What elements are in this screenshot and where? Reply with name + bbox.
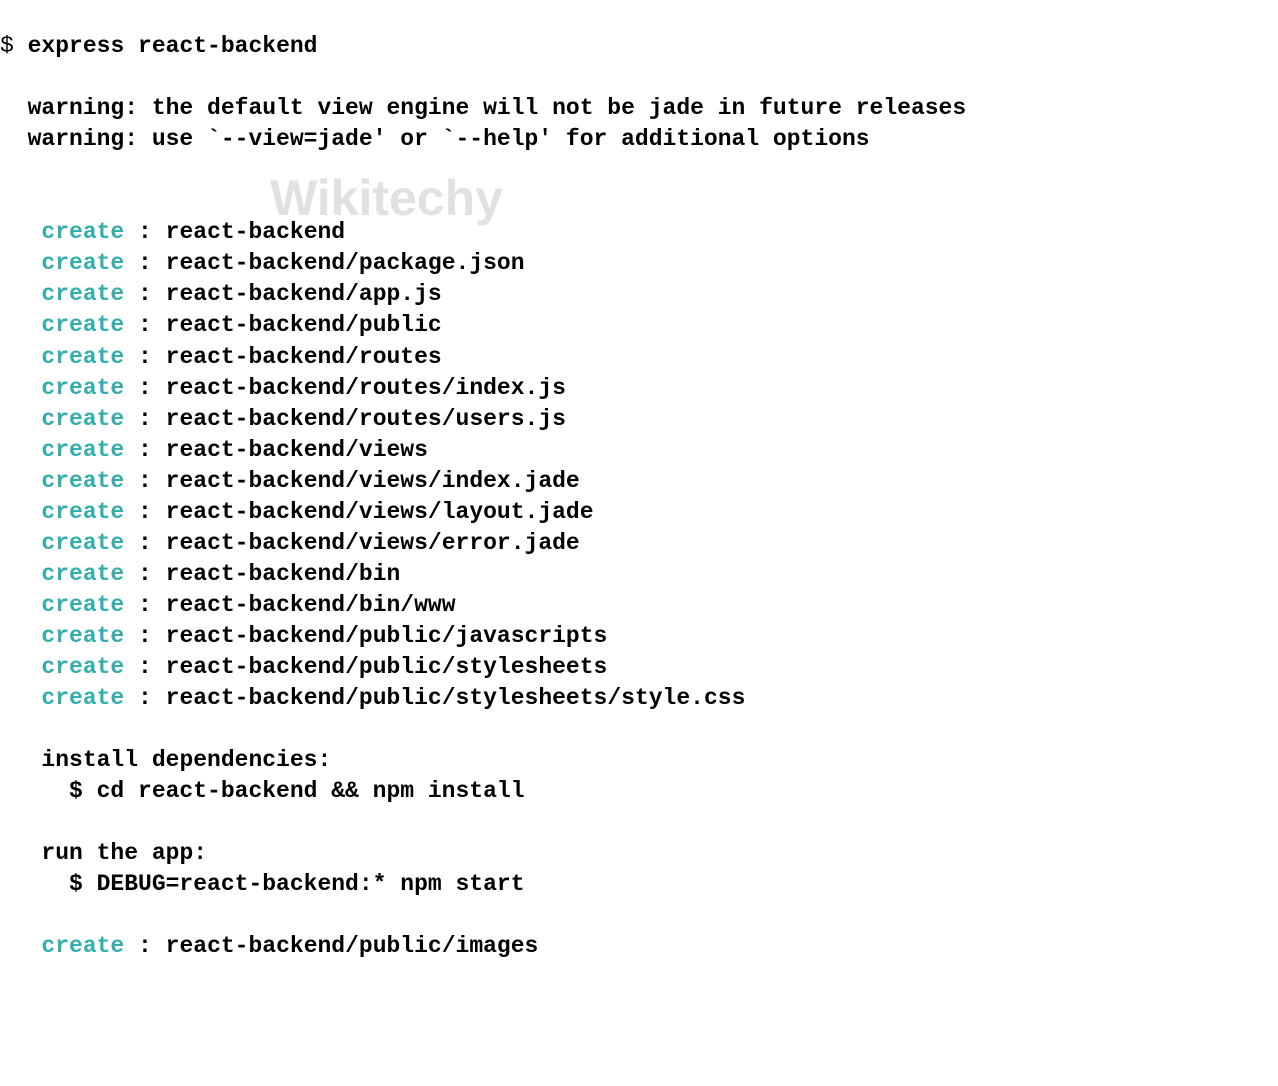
create-path: react-backend/routes/index.js xyxy=(166,375,566,401)
create-path: react-backend/bin/www xyxy=(166,592,456,618)
create-path: react-backend/views/layout.jade xyxy=(166,499,594,525)
create-path: react-backend/routes/users.js xyxy=(166,406,566,432)
warning-line-1: warning: the default view engine will no… xyxy=(28,95,967,121)
create-label: create xyxy=(41,344,124,370)
create-label: create xyxy=(41,561,124,587)
create-label: create xyxy=(41,375,124,401)
create-label: create xyxy=(41,654,124,680)
command-text: express react-backend xyxy=(28,33,318,59)
create-path: react-backend/bin xyxy=(166,561,401,587)
create-path: react-backend/public/stylesheets/style.c… xyxy=(166,685,746,711)
warning-line-2: warning: use `--view=jade' or `--help' f… xyxy=(28,126,870,152)
run-command: $ DEBUG=react-backend:* npm start xyxy=(69,871,524,897)
install-heading: install dependencies: xyxy=(41,747,331,773)
create-path: react-backend/routes xyxy=(166,344,442,370)
create-label: create xyxy=(41,281,124,307)
create-label: create xyxy=(41,623,124,649)
create-label: create xyxy=(41,437,124,463)
create-label: create xyxy=(41,933,124,959)
create-label: create xyxy=(41,406,124,432)
create-path: react-backend/public/images xyxy=(166,933,539,959)
create-label: create xyxy=(41,499,124,525)
create-label: create xyxy=(41,468,124,494)
create-path: react-backend/views xyxy=(166,437,428,463)
run-heading: run the app: xyxy=(41,840,207,866)
create-path: react-backend/public/javascripts xyxy=(166,623,608,649)
create-label: create xyxy=(41,250,124,276)
create-label: create xyxy=(41,530,124,556)
create-label: create xyxy=(41,685,124,711)
terminal-output: $ express react-backend warning: the def… xyxy=(0,0,1278,962)
install-command: $ cd react-backend && npm install xyxy=(69,778,524,804)
create-label: create xyxy=(41,312,124,338)
create-path: react-backend/public/stylesheets xyxy=(166,654,608,680)
create-label: create xyxy=(41,219,124,245)
create-path: react-backend/public xyxy=(166,312,442,338)
create-path: react-backend/package.json xyxy=(166,250,525,276)
create-path: react-backend xyxy=(166,219,345,245)
prompt-symbol: $ xyxy=(0,33,14,59)
create-path: react-backend/views/error.jade xyxy=(166,530,580,556)
create-label: create xyxy=(41,592,124,618)
create-path: react-backend/app.js xyxy=(166,281,442,307)
create-path: react-backend/views/index.jade xyxy=(166,468,580,494)
